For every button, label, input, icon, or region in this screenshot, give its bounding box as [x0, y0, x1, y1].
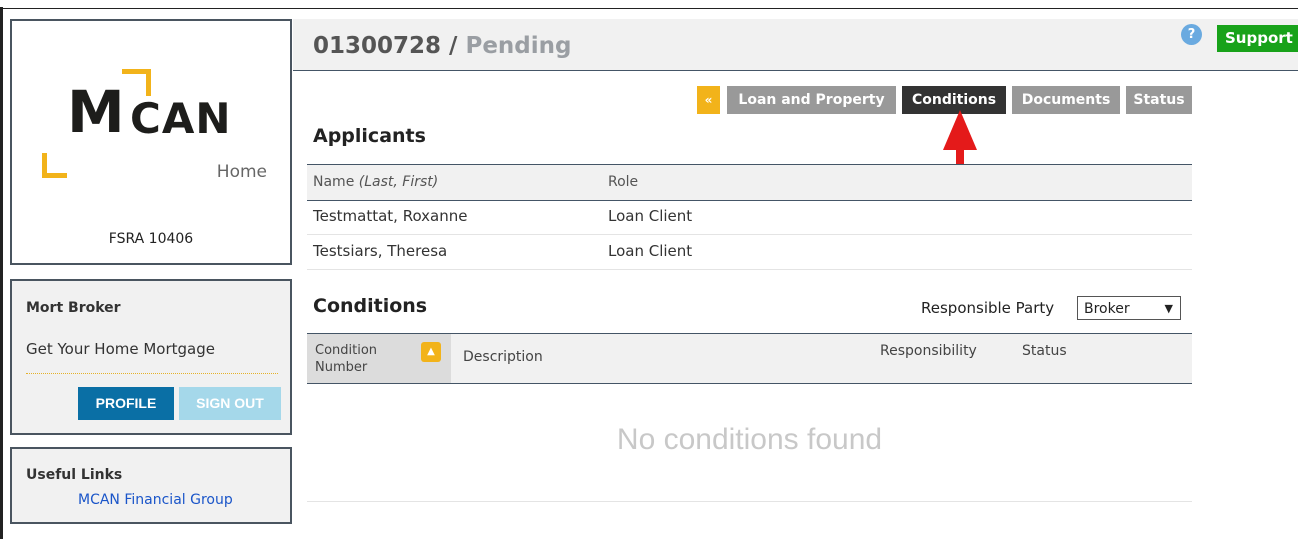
loan-status: Pending [465, 33, 572, 59]
useful-links-panel: Useful Links MCAN Financial Group [10, 447, 292, 524]
profile-button[interactable]: PROFILE [78, 387, 174, 420]
support-button[interactable]: Support [1217, 25, 1298, 52]
page-header: 01300728 / Pending ? Support [293, 19, 1298, 71]
conditions-title: Conditions [313, 295, 428, 317]
divider [26, 373, 278, 374]
logo-bracket-bottom [42, 153, 67, 178]
table-row: Testmattat, Roxanne Loan Client [307, 200, 1192, 235]
responsible-party-label: Responsible Party [921, 299, 1055, 317]
column-responsibility[interactable]: Responsibility [880, 343, 977, 359]
collapse-tabs-button[interactable]: « [697, 86, 720, 114]
applicant-role: Loan Client [608, 242, 693, 260]
logo-bracket-top [122, 69, 151, 96]
responsible-party-value: Broker [1084, 301, 1130, 317]
logo-text-home: Home [216, 162, 267, 182]
logo-letter-m: M [67, 78, 125, 146]
column-condition-number[interactable]: Condition Number ▲ [307, 334, 451, 383]
column-condition-number-label: Condition Number [315, 343, 378, 375]
broker-panel: Mort Broker Get Your Home Mortgage PROFI… [10, 279, 292, 435]
help-icon[interactable]: ? [1181, 24, 1202, 45]
tab-documents[interactable]: Documents [1012, 86, 1120, 114]
applicants-table-header: Name (Last, First) Role [307, 164, 1192, 201]
table-bottom-border [307, 501, 1192, 502]
applicant-name: Testmattat, Roxanne [313, 207, 468, 225]
window-top-border [0, 8, 1298, 9]
conditions-table-header: Condition Number ▲ Description Responsib… [307, 333, 1192, 384]
logo-panel: M CAN Home FSRA 10406 [10, 19, 292, 265]
logo-text-can: CAN [130, 94, 232, 143]
column-name: Name (Last, First) [313, 174, 439, 190]
mcan-home-logo[interactable]: M CAN Home [32, 65, 272, 205]
column-role: Role [608, 174, 639, 190]
loan-number: 01300728 [313, 33, 442, 59]
link-mcan-financial-group[interactable]: MCAN Financial Group [78, 492, 233, 508]
applicants-title: Applicants [313, 125, 426, 147]
column-name-hint: (Last, First) [358, 174, 439, 190]
tab-loan-and-property[interactable]: Loan and Property [727, 86, 896, 114]
window-left-border [0, 7, 3, 539]
page-title: 01300728 / Pending [313, 33, 571, 59]
broker-name: Mort Broker [26, 300, 121, 316]
broker-tagline: Get Your Home Mortgage [26, 340, 215, 358]
sign-out-button[interactable]: SIGN OUT [179, 387, 281, 420]
table-row: Testsiars, Theresa Loan Client [307, 235, 1192, 270]
tab-status[interactable]: Status [1126, 86, 1192, 114]
sort-up-icon[interactable]: ▲ [421, 342, 441, 362]
column-description[interactable]: Description [463, 349, 543, 365]
applicant-name: Testsiars, Theresa [313, 242, 448, 260]
responsible-party-select[interactable]: Broker ▼ [1077, 296, 1181, 320]
applicant-role: Loan Client [608, 207, 693, 225]
useful-links-title: Useful Links [26, 467, 123, 483]
chevron-down-icon: ▼ [1164, 302, 1173, 315]
column-status[interactable]: Status [1022, 343, 1067, 359]
empty-state-message: No conditions found [616, 423, 883, 456]
title-separator: / [449, 33, 458, 59]
fsra-license: FSRA 10406 [108, 231, 194, 247]
